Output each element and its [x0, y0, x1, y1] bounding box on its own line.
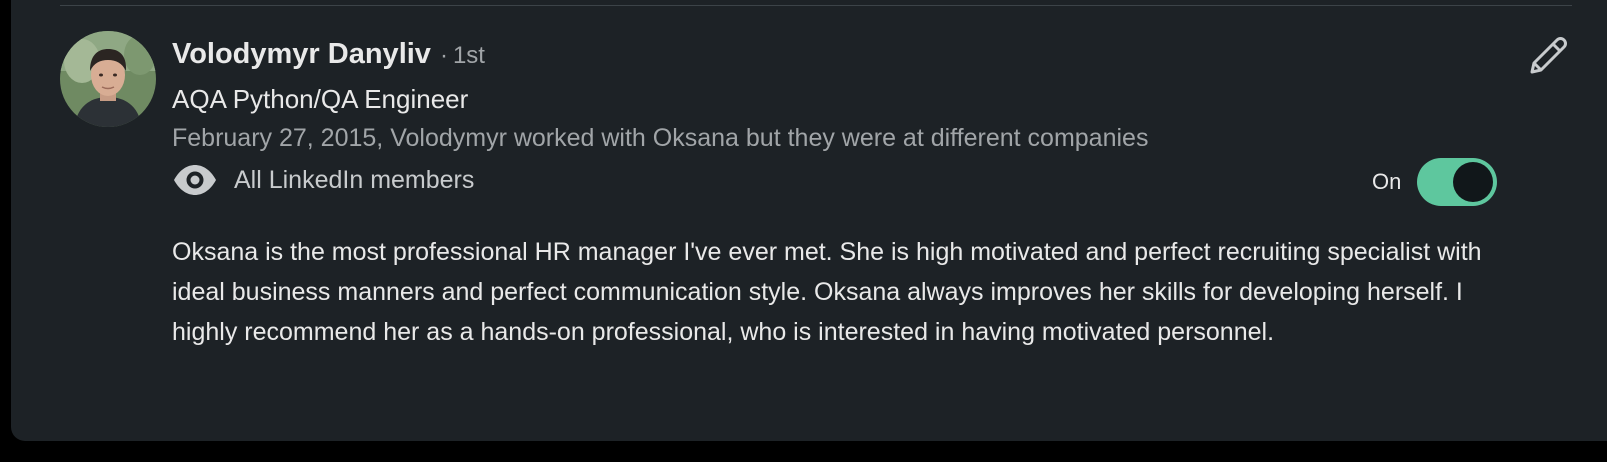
- author-headline: AQA Python/QA Engineer: [172, 84, 469, 114]
- toggle-knob: [1453, 162, 1494, 202]
- eye-icon: [174, 165, 216, 195]
- connection-degree: 1st: [452, 42, 485, 69]
- divider: [60, 5, 1572, 6]
- visibility-row: All LinkedIn members: [172, 164, 474, 196]
- visibility-label: All LinkedIn members: [234, 165, 475, 194]
- avatar[interactable]: [60, 31, 156, 127]
- recommendation-text: Oksana is the most professional HR manag…: [172, 238, 1482, 346]
- author-row: Volodymyr Danyliv · 1st: [172, 38, 485, 71]
- relationship-text: February 27, 2015, Volodymyr worked with…: [172, 124, 1149, 152]
- visibility-toggle[interactable]: [1417, 158, 1498, 206]
- separator-dot: ·: [439, 42, 448, 69]
- visibility-toggle-group: On: [1372, 158, 1498, 206]
- pencil-icon[interactable]: [1526, 34, 1570, 78]
- toggle-label: On: [1372, 169, 1402, 194]
- author-name[interactable]: Volodymyr Danyliv: [172, 38, 431, 71]
